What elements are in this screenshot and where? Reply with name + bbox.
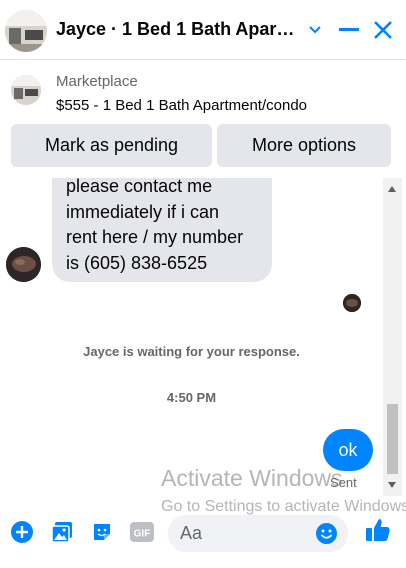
- photo-icon[interactable]: [49, 519, 75, 545]
- message-list[interactable]: please contact me immediately if i can r…: [0, 178, 383, 496]
- minimize-icon[interactable]: [336, 16, 362, 44]
- svg-text:GIF: GIF: [134, 529, 151, 540]
- scrollbar-thumb[interactable]: [387, 404, 398, 474]
- gif-icon[interactable]: GIF: [129, 519, 155, 545]
- sender-avatar[interactable]: [6, 247, 41, 282]
- message-line: rent here / my number: [66, 227, 244, 247]
- close-icon[interactable]: [370, 16, 396, 44]
- activate-windows-watermark: Activate Windows: [161, 465, 343, 491]
- listing-title: $555 - 1 Bed 1 Bath Apartment/condo: [56, 97, 308, 114]
- marketplace-listing[interactable]: Marketplace $555 - 1 Bed 1 Bath Apartmen…: [0, 62, 406, 120]
- conversation-title[interactable]: Jayce · 1 Bed 1 Bath Apart...: [56, 19, 296, 40]
- message-timestamp: 4:50 PM: [166, 390, 217, 405]
- message-input-wrapper: [168, 515, 348, 552]
- mark-as-pending-button[interactable]: Mark as pending: [11, 124, 212, 167]
- listing-thumbnail: [11, 75, 41, 105]
- incoming-message-bubble[interactable]: please contact me immediately if i can r…: [52, 178, 272, 282]
- seen-indicator-avatar: [343, 294, 361, 312]
- scroll-down-arrow-icon[interactable]: [388, 482, 396, 488]
- scroll-up-arrow-icon[interactable]: [388, 186, 396, 192]
- chevron-down-icon[interactable]: [302, 16, 328, 44]
- message-line: please contact me: [66, 178, 213, 196]
- message-line: is (605) 838-6525: [66, 252, 208, 273]
- message-line: immediately if i can: [66, 201, 220, 222]
- message-scrollbar[interactable]: [383, 178, 402, 496]
- sticker-icon[interactable]: [89, 519, 115, 545]
- contact-avatar[interactable]: [5, 10, 47, 52]
- chat-header: Jayce · 1 Bed 1 Bath Apart...: [0, 0, 406, 60]
- message-input[interactable]: [180, 515, 310, 552]
- waiting-notice: Jayce is waiting for your response.: [83, 344, 300, 359]
- listing-label: Marketplace: [56, 73, 138, 90]
- plus-circle-icon[interactable]: [9, 519, 35, 545]
- more-options-button[interactable]: More options: [217, 124, 391, 167]
- thumbs-up-icon[interactable]: [365, 517, 391, 543]
- emoji-icon[interactable]: [315, 522, 338, 545]
- message-composer: GIF: [0, 507, 406, 557]
